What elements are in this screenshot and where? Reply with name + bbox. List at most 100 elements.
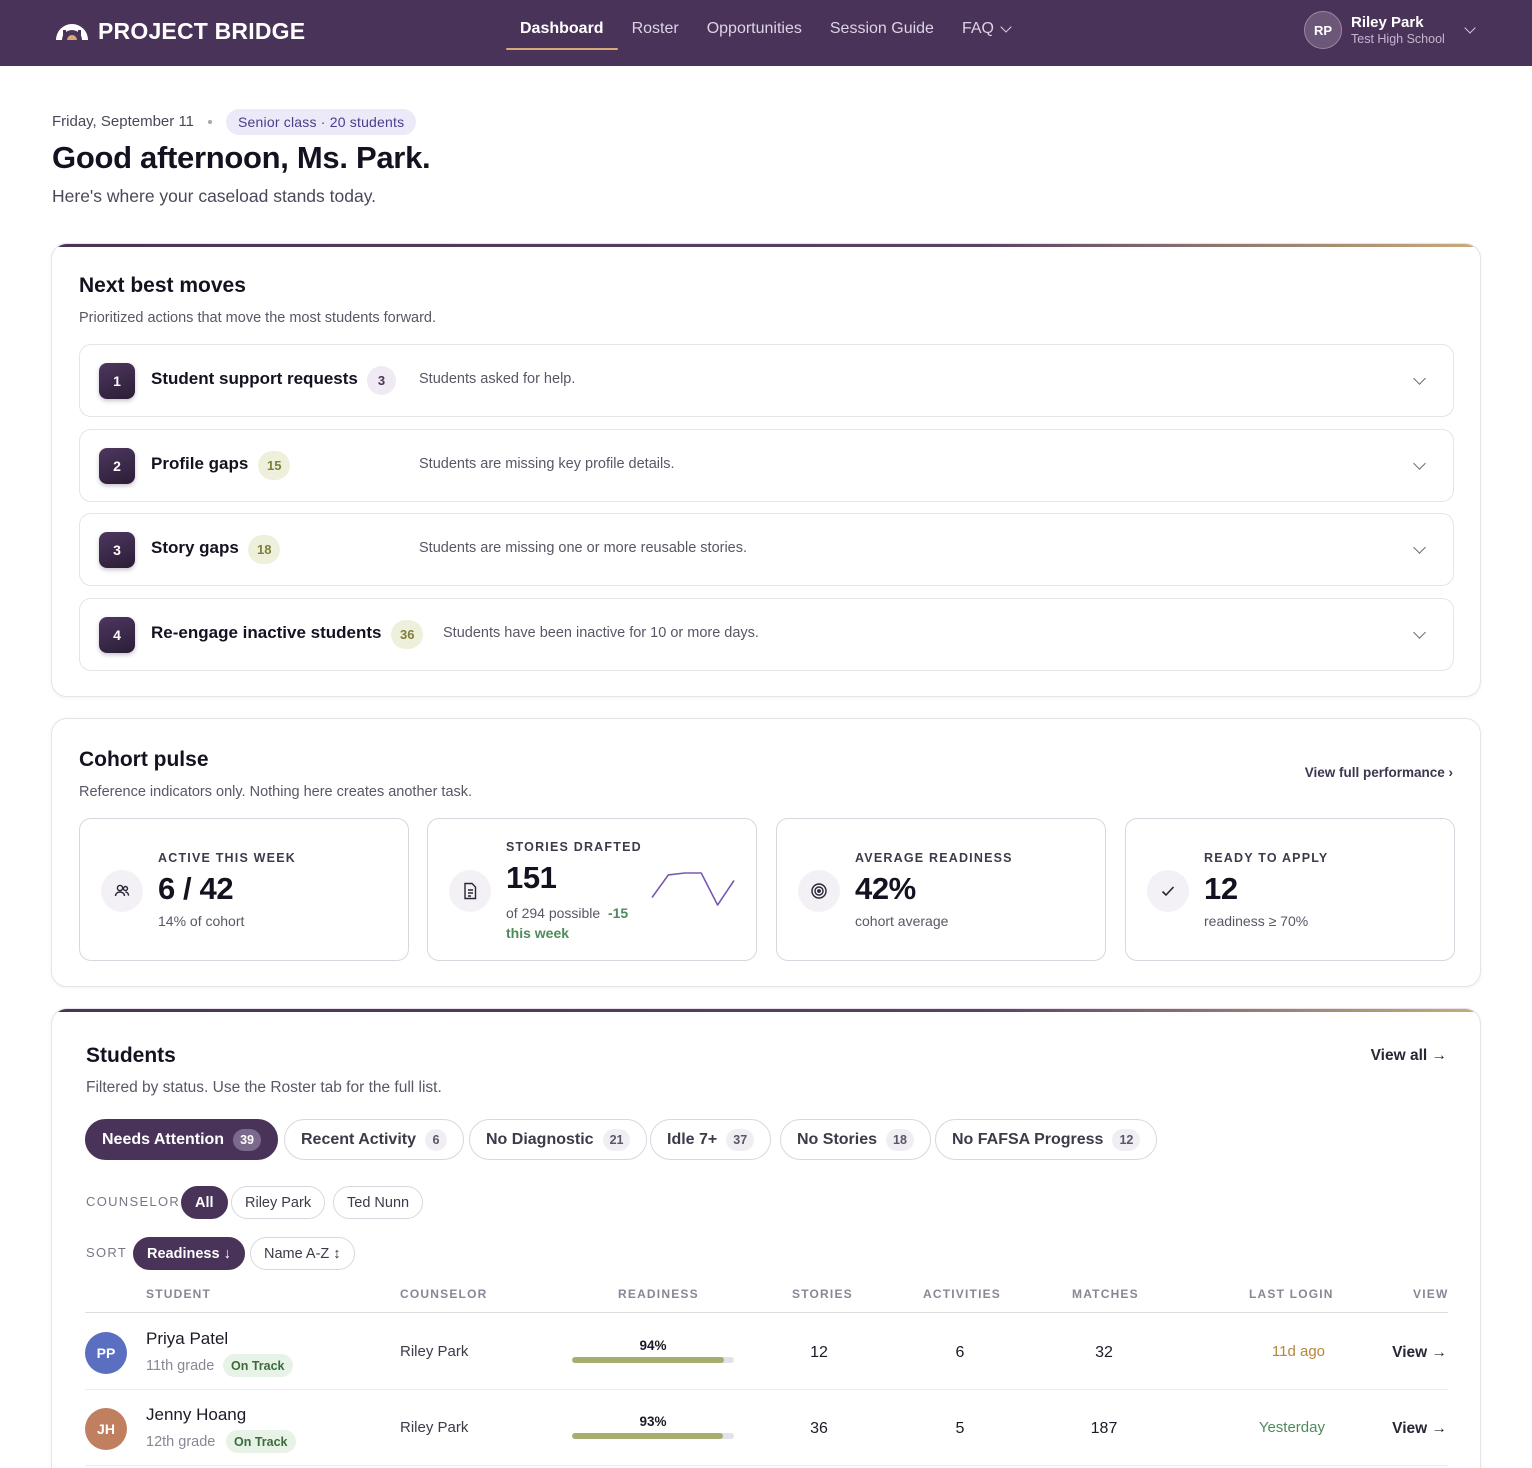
student-counselor: Riley Park — [400, 1343, 469, 1360]
stat-ready-to-apply: READY TO APPLY 12 readiness ≥ 70% — [1125, 818, 1455, 961]
stat-value: 151 — [506, 860, 557, 895]
stat-sub: cohort average — [855, 913, 949, 929]
count-badge: 15 — [258, 451, 291, 480]
current-date: Friday, September 11 — [52, 113, 195, 130]
stat-label: READY TO APPLY — [1204, 851, 1329, 865]
counselor-filter-label: COUNSELOR — [86, 1194, 181, 1209]
stat-label: AVERAGE READINESS — [855, 851, 1013, 865]
filter-idle-7[interactable]: Idle 7+ 37 — [650, 1119, 772, 1160]
sparkline-line — [651, 872, 735, 906]
nav-faq[interactable]: FAQ — [948, 0, 1024, 58]
avatar: RP — [1304, 11, 1342, 49]
filter-recent-activity[interactable]: Recent Activity 6 — [284, 1119, 464, 1160]
status-badge: On Track — [226, 1430, 296, 1453]
stat-sub: readiness ≥ 70% — [1204, 913, 1309, 929]
move-description: Students are missing one or more reusabl… — [419, 540, 748, 556]
sort-name[interactable]: Name A-Z ↕ — [250, 1237, 355, 1270]
stat-value: 12 — [1204, 871, 1238, 906]
col-readiness[interactable]: READINESS — [618, 1287, 699, 1301]
col-last-login[interactable]: LAST LOGIN — [1249, 1287, 1334, 1301]
counselor-all[interactable]: All — [181, 1186, 228, 1219]
col-matches[interactable]: MATCHES — [1072, 1287, 1139, 1301]
chip-count: 6 — [425, 1128, 447, 1151]
matches-count: 187 — [1090, 1420, 1118, 1437]
col-student[interactable]: STUDENT — [146, 1287, 211, 1301]
view-full-performance-link[interactable]: View full performance › — [1305, 765, 1453, 780]
row-divider — [85, 1465, 1448, 1466]
nav-dashboard[interactable]: Dashboard — [506, 0, 618, 58]
view-student-button[interactable]: View → — [1392, 1344, 1447, 1362]
chevron-down-icon — [1413, 541, 1426, 554]
view-all-link[interactable]: View all → — [1371, 1047, 1447, 1065]
move-number: 1 — [99, 363, 135, 399]
chevron-down-icon — [1413, 372, 1426, 385]
move-number: 4 — [99, 617, 135, 653]
nav-faq-label: FAQ — [961, 20, 994, 37]
chevron-down-icon — [1413, 457, 1426, 470]
col-activities[interactable]: ACTIVITIES — [923, 1287, 1001, 1301]
user-school: Test High School — [1351, 32, 1445, 46]
activities-count: 5 — [955, 1420, 965, 1437]
main-nav: Dashboard Roster Opportunities Session G… — [506, 0, 1024, 66]
target-icon — [798, 870, 840, 912]
col-stories[interactable]: STORIES — [792, 1287, 853, 1301]
nav-session-guide[interactable]: Session Guide — [816, 0, 948, 58]
move-description: Students are missing key profile details… — [419, 456, 675, 472]
chip-count: 37 — [726, 1128, 755, 1151]
sort-label: SORT — [86, 1245, 128, 1260]
chip-label: Recent Activity — [301, 1130, 416, 1148]
users-icon — [101, 870, 143, 912]
document-icon — [449, 870, 491, 912]
chip-label: No Diagnostic — [486, 1130, 594, 1148]
chip-count: 12 — [1112, 1128, 1141, 1151]
stat-average-readiness: AVERAGE READINESS 42% cohort average — [776, 818, 1106, 961]
view-student-button[interactable]: View → — [1392, 1420, 1447, 1438]
filter-no-stories[interactable]: No Stories 18 — [780, 1119, 931, 1160]
page-subtitle: Here's where your caseload stands today. — [52, 186, 377, 206]
stories-sparkline — [651, 872, 735, 906]
readiness-percent: 94% — [639, 1338, 667, 1353]
student-name[interactable]: Jenny Hoang — [146, 1405, 246, 1425]
stories-count: 12 — [810, 1344, 828, 1361]
nav-roster[interactable]: Roster — [618, 0, 693, 58]
move-label: Re-engage inactive students — [151, 623, 382, 642]
students-title: Students — [86, 1044, 176, 1067]
activities-count: 6 — [955, 1344, 965, 1361]
count-badge: 36 — [391, 620, 424, 649]
stat-stories-drafted: STORIES DRAFTED 151 of 294 possible -15 … — [427, 818, 757, 961]
cohort-pulse-card: Cohort pulse Reference indicators only. … — [51, 718, 1481, 987]
move-row-story-gaps[interactable]: 3 Story gaps 18 Students are missing one… — [79, 513, 1454, 586]
student-name[interactable]: Priya Patel — [146, 1329, 228, 1349]
stat-active-this-week: ACTIVE THIS WEEK 6 / 42 14% of cohort — [79, 818, 409, 961]
nav-opportunities[interactable]: Opportunities — [693, 0, 816, 58]
chip-label: No Stories — [797, 1130, 878, 1148]
user-menu[interactable]: RP Riley Park Test High School — [1304, 10, 1476, 50]
chevron-down-icon — [1413, 626, 1426, 639]
bridge-logo-icon — [56, 24, 88, 40]
move-description: Students have been inactive for 10 or mo… — [443, 625, 759, 641]
move-number: 3 — [99, 532, 135, 568]
last-login: 11d ago — [1271, 1343, 1325, 1360]
col-counselor[interactable]: COUNSELOR — [400, 1287, 487, 1301]
user-info: Riley Park Test High School — [1351, 14, 1445, 46]
filter-needs-attention[interactable]: Needs Attention 39 — [85, 1119, 278, 1160]
sort-readiness[interactable]: Readiness ↓ — [133, 1237, 245, 1270]
next-moves-card: Next best moves Prioritized actions that… — [51, 243, 1481, 697]
students-subtitle: Filtered by status. Use the Roster tab f… — [86, 1079, 442, 1096]
counselor-riley-park[interactable]: Riley Park — [231, 1186, 326, 1219]
student-counselor: Riley Park — [400, 1419, 469, 1436]
student-grade: 11th grade — [146, 1358, 215, 1374]
filter-no-diagnostic[interactable]: No Diagnostic 21 — [469, 1119, 648, 1160]
student-grade: 12th grade — [146, 1434, 216, 1450]
user-name: Riley Park — [1351, 14, 1424, 31]
brand[interactable]: PROJECT BRIDGE — [54, 15, 305, 47]
student-avatar: JH — [85, 1408, 127, 1450]
move-row-profile-gaps[interactable]: 2 Profile gaps 15 Students are missing k… — [79, 429, 1454, 502]
filter-no-fafsa-progress[interactable]: No FAFSA Progress 12 — [935, 1119, 1158, 1160]
counselor-ted-nunn[interactable]: Ted Nunn — [333, 1186, 424, 1219]
move-row-support-requests[interactable]: 1 Student support requests 3 Students as… — [79, 344, 1454, 417]
move-description: Students asked for help. — [419, 371, 576, 387]
move-row-reengage-inactive[interactable]: 4 Re-engage inactive students 36 Student… — [79, 598, 1454, 671]
chip-label: No FAFSA Progress — [952, 1130, 1104, 1148]
move-label: Story gaps — [151, 538, 239, 557]
